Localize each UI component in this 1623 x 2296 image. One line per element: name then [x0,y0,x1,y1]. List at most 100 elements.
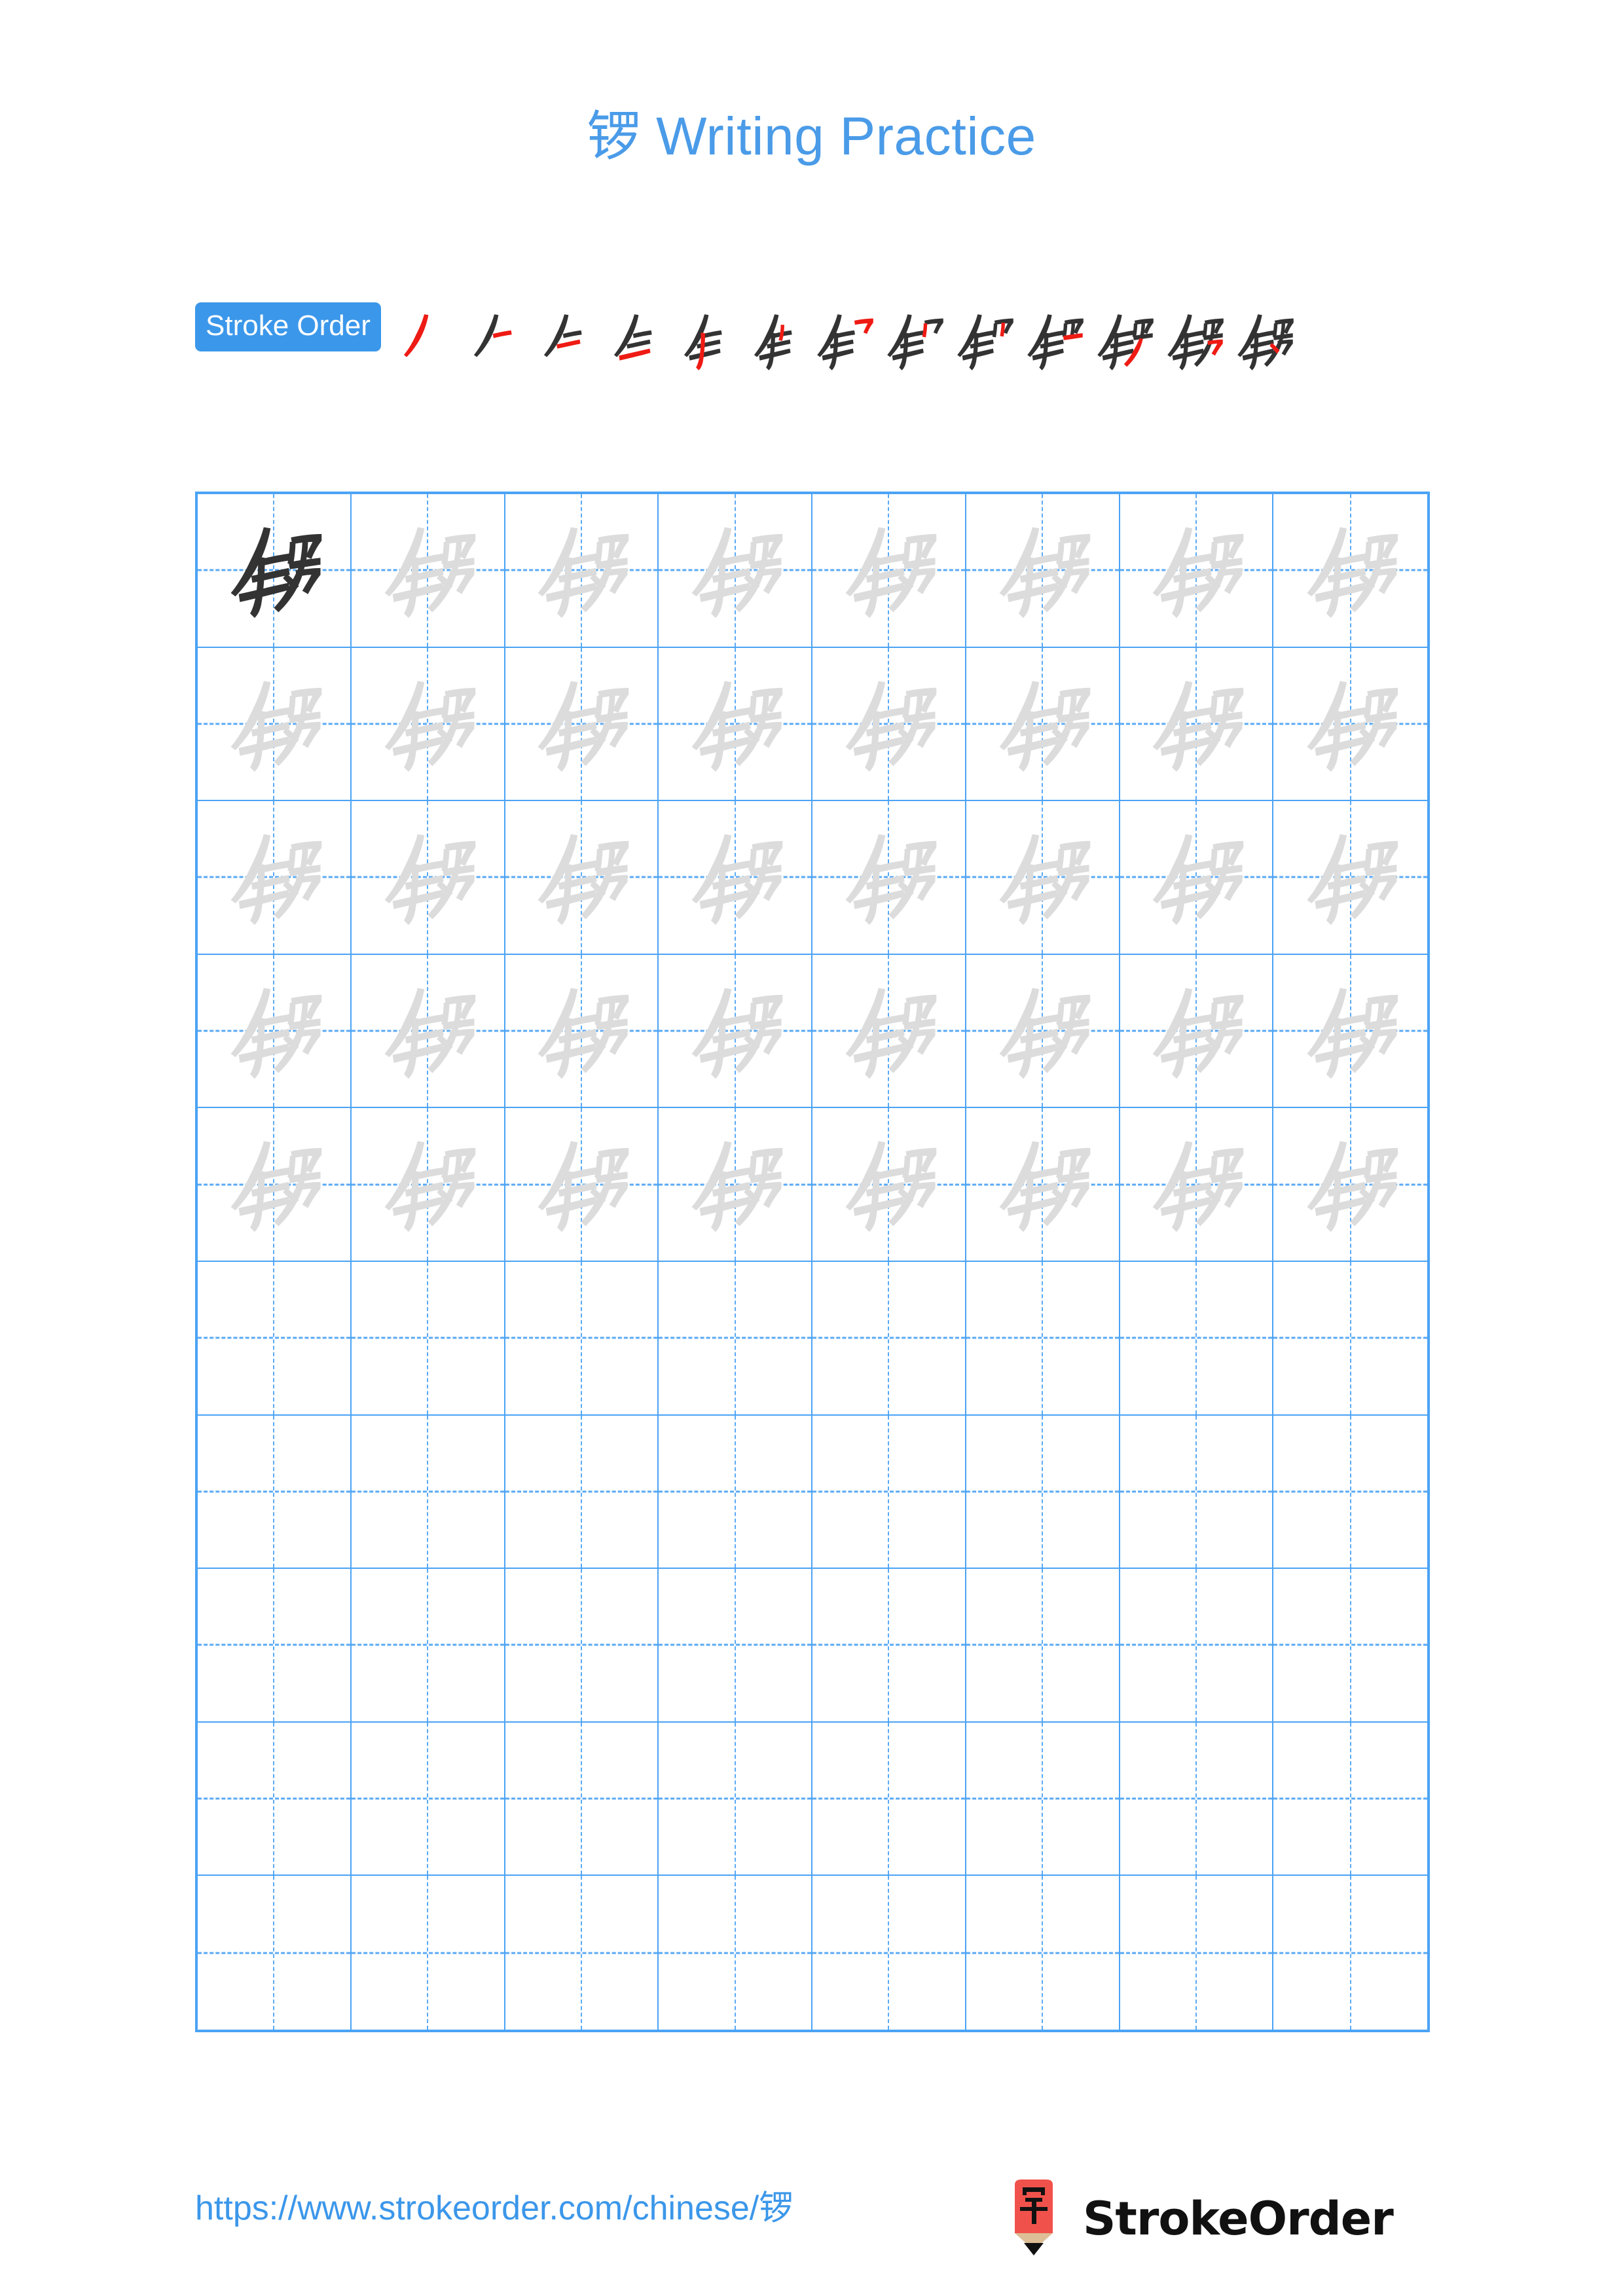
practice-cell[interactable] [505,1108,659,1262]
stroke-step-6 [735,302,805,372]
practice-cell[interactable] [1120,1569,1274,1723]
practice-cell[interactable] [505,494,659,648]
practice-cell[interactable] [812,1569,966,1723]
cell-character [1273,1108,1427,1261]
practice-cell[interactable] [966,954,1120,1109]
practice-cell[interactable] [1120,954,1274,1109]
cell-character [812,494,965,647]
practice-cell[interactable] [198,1415,352,1570]
practice-cell[interactable] [659,801,812,955]
practice-cell[interactable] [966,801,1120,955]
practice-cell[interactable] [966,647,1120,802]
practice-cell[interactable] [966,494,1120,648]
practice-cell[interactable] [1273,1569,1427,1723]
practice-cell[interactable] [505,801,659,955]
practice-cell[interactable] [505,1722,659,1876]
stroke-step-8 [875,302,945,372]
cell-character [966,1108,1119,1261]
practice-cell[interactable] [812,1876,966,2030]
stroke-order-section: Stroke Order [195,302,1432,376]
practice-cell[interactable] [812,1262,966,1416]
practice-cell[interactable] [1120,494,1274,648]
practice-cell[interactable] [1273,1108,1427,1262]
practice-cell[interactable] [659,1108,812,1262]
practice-cell[interactable] [1273,1723,1427,1876]
practice-cell[interactable] [966,1415,1120,1570]
practice-cell[interactable] [351,1262,505,1416]
cell-character [1120,955,1273,1107]
footer: https://www.strokeorder.com/chinese/锣 St… [0,2179,1623,2265]
cell-character [1120,648,1273,800]
practice-cell[interactable] [351,494,505,648]
practice-cell[interactable] [812,954,966,1109]
practice-cell[interactable] [351,1108,505,1262]
practice-cell[interactable] [1120,1415,1274,1570]
practice-cell[interactable] [812,647,966,802]
practice-cell[interactable] [198,801,352,955]
practice-cell[interactable] [1273,648,1427,802]
practice-cell[interactable] [505,1569,659,1723]
page-title: 锣 Writing Practice [587,107,1036,166]
practice-cell[interactable] [812,1108,966,1262]
practice-cell[interactable] [812,801,966,955]
cell-character [505,955,658,1107]
practice-cell[interactable] [1273,1416,1427,1570]
practice-cell[interactable] [198,647,352,802]
practice-cell[interactable] [505,1262,659,1416]
practice-cell[interactable] [351,801,505,955]
practice-cell[interactable] [198,494,352,648]
source-url-link[interactable]: https://www.strokeorder.com/chinese/锣 [195,2191,793,2225]
practice-cell[interactable] [351,1415,505,1570]
practice-cell[interactable] [659,1569,812,1723]
practice-cell[interactable] [966,1569,1120,1723]
practice-cell[interactable] [1120,1108,1274,1262]
cell-character [812,1108,965,1261]
practice-cell[interactable] [1273,494,1427,648]
cell-character [198,1108,350,1261]
practice-cell[interactable] [659,1876,812,2030]
practice-cell[interactable] [198,1108,352,1262]
practice-cell[interactable] [966,1876,1120,2030]
practice-cell[interactable] [1273,1876,1427,2030]
practice-cell[interactable] [812,494,966,648]
practice-cell[interactable] [1273,1262,1427,1416]
practice-cell[interactable] [351,1722,505,1876]
practice-cell[interactable] [659,1262,812,1416]
cell-character [505,494,658,647]
practice-cell[interactable] [966,1108,1120,1262]
practice-cell[interactable] [1273,801,1427,955]
practice-cell[interactable] [1120,647,1274,802]
stroke-step-3 [525,302,595,372]
practice-cell[interactable] [812,1722,966,1876]
practice-cell[interactable] [505,1415,659,1570]
practice-cell[interactable] [198,954,352,1109]
practice-cell[interactable] [505,1876,659,2030]
stroke-step-9 [945,302,1015,372]
cell-character [812,801,965,954]
cell-character [352,955,504,1107]
stroke-step-10 [1015,302,1085,372]
practice-cell[interactable] [351,1569,505,1723]
practice-cell[interactable] [1120,1876,1274,2030]
practice-cell[interactable] [352,1876,505,2030]
practice-cell[interactable] [198,1722,352,1876]
practice-cell[interactable] [351,954,505,1109]
practice-cell[interactable] [659,647,812,802]
practice-cell[interactable] [1120,1722,1274,1876]
practice-cell[interactable] [812,1415,966,1570]
practice-cell[interactable] [659,1722,812,1876]
practice-cell[interactable] [1273,955,1427,1109]
practice-cell[interactable] [198,1262,352,1416]
practice-cell[interactable] [1120,1262,1274,1416]
practice-cell[interactable] [198,1876,352,2030]
practice-cell[interactable] [659,954,812,1109]
practice-cell[interactable] [966,1262,1120,1416]
practice-cell[interactable] [659,1415,812,1570]
practice-cell[interactable] [966,1722,1120,1876]
practice-cell[interactable] [505,647,659,802]
practice-cell[interactable] [659,494,812,648]
practice-cell[interactable] [198,1569,352,1723]
practice-cell[interactable] [351,647,505,802]
practice-cell[interactable] [505,954,659,1109]
practice-cell[interactable] [1120,801,1274,955]
